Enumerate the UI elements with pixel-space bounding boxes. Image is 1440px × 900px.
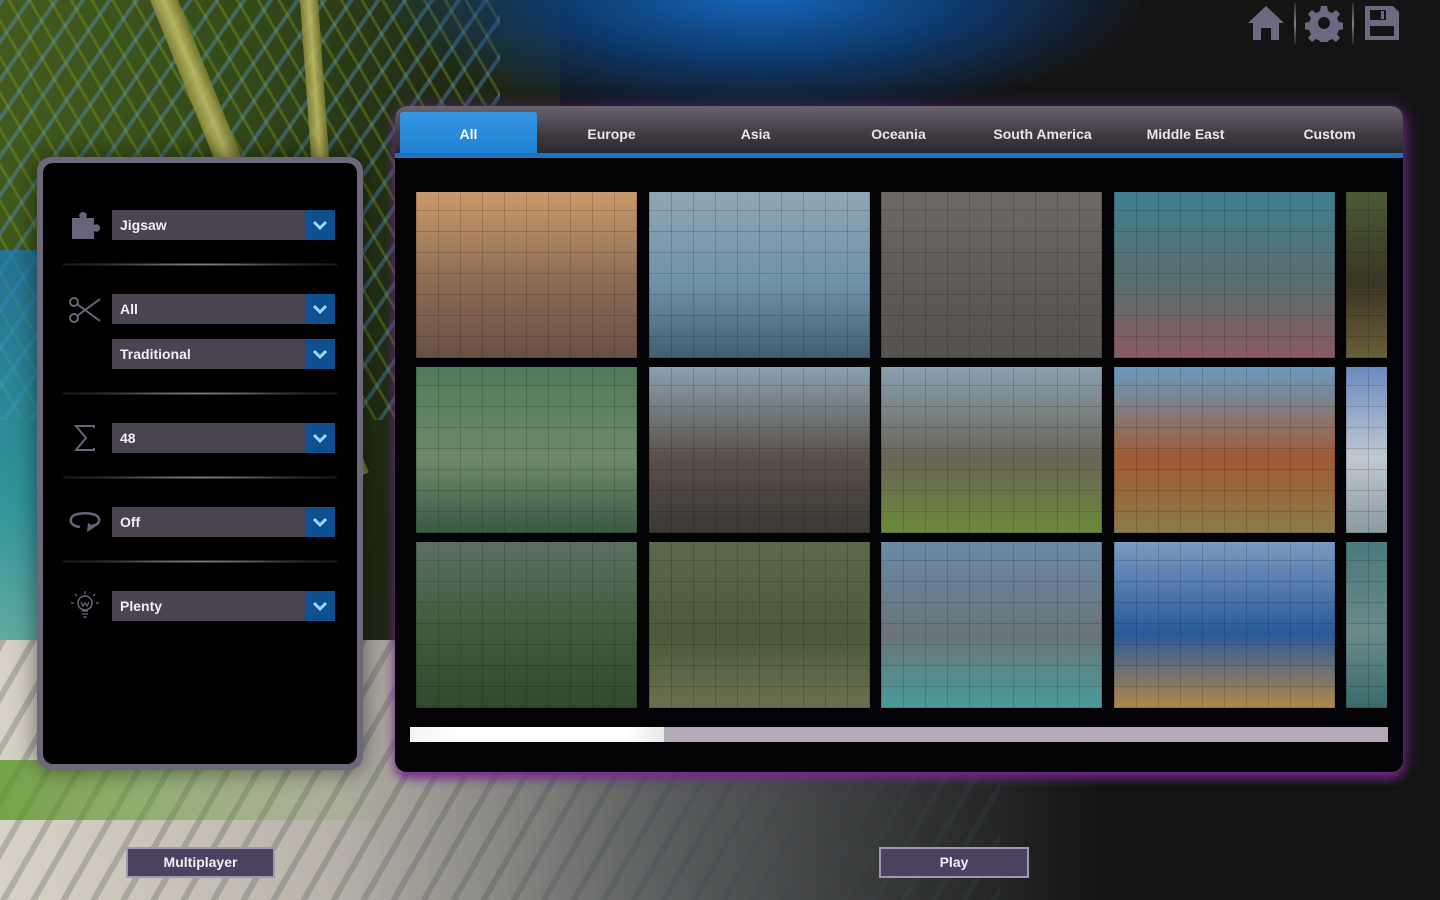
puzzle-thumbnail[interactable] bbox=[416, 542, 637, 708]
tab-europe[interactable]: Europe bbox=[543, 112, 680, 153]
puzzle-thumbnail[interactable] bbox=[881, 367, 1102, 533]
piece-count-dropdown[interactable]: 48 bbox=[112, 423, 335, 453]
cut-style-value: Traditional bbox=[120, 346, 191, 362]
gallery-horizontal-scrollbar[interactable] bbox=[410, 727, 1388, 742]
puzzle-piece-icon bbox=[67, 210, 103, 242]
section-divider bbox=[63, 560, 337, 563]
rotation-value: Off bbox=[120, 514, 141, 530]
puzzle-cut-overlay bbox=[649, 192, 870, 358]
gear-icon bbox=[1305, 6, 1343, 42]
scrollbar-thumb[interactable] bbox=[410, 727, 664, 742]
cut-style-dropdown[interactable]: Traditional bbox=[112, 339, 335, 369]
sigma-icon bbox=[67, 422, 103, 454]
puzzle-thumbnail[interactable] bbox=[1114, 542, 1335, 708]
puzzle-thumbnail[interactable] bbox=[881, 192, 1102, 358]
puzzle-thumbnail[interactable] bbox=[649, 367, 870, 533]
tab-south-america[interactable]: South America bbox=[974, 112, 1111, 153]
puzzle-cut-overlay bbox=[881, 192, 1102, 358]
chevron-down-icon bbox=[305, 591, 335, 621]
toolbar-divider bbox=[1352, 2, 1354, 44]
puzzle-cut-overlay bbox=[1346, 367, 1387, 533]
puzzle-thumbnail[interactable] bbox=[881, 542, 1102, 708]
chevron-down-icon bbox=[305, 210, 335, 240]
piece-count-value: 48 bbox=[120, 430, 136, 446]
puzzle-cut-overlay bbox=[416, 542, 637, 708]
puzzle-gallery-panel: All Europe Asia Oceania South America Mi… bbox=[395, 106, 1403, 772]
puzzle-thumbnail[interactable] bbox=[1114, 367, 1335, 533]
settings-button[interactable] bbox=[1302, 0, 1346, 46]
settings-panel: Jigsaw All Traditional 48 Off Plenty bbox=[37, 157, 363, 770]
home-icon bbox=[1248, 6, 1284, 40]
toolbar-divider bbox=[1294, 2, 1296, 44]
save-button[interactable] bbox=[1360, 0, 1404, 46]
puzzle-cut-overlay bbox=[649, 542, 870, 708]
section-divider bbox=[63, 476, 337, 479]
puzzle-cut-overlay bbox=[1114, 192, 1335, 358]
settings-panel-inner: Jigsaw All Traditional 48 Off Plenty bbox=[43, 163, 357, 764]
cut-filter-value: All bbox=[120, 301, 138, 317]
puzzle-cut-overlay bbox=[1346, 542, 1387, 708]
lightbulb-icon bbox=[67, 589, 103, 621]
puzzle-thumbnail[interactable] bbox=[1346, 542, 1387, 708]
puzzle-thumbnail[interactable] bbox=[649, 192, 870, 358]
puzzle-type-value: Jigsaw bbox=[120, 217, 167, 233]
play-button[interactable]: Play bbox=[879, 847, 1029, 878]
puzzle-thumbnail[interactable] bbox=[1346, 367, 1387, 533]
hints-value: Plenty bbox=[120, 598, 163, 614]
tab-asia[interactable]: Asia bbox=[687, 112, 824, 153]
puzzle-cut-overlay bbox=[881, 542, 1102, 708]
hints-dropdown[interactable]: Plenty bbox=[112, 591, 335, 621]
cut-filter-dropdown[interactable]: All bbox=[112, 294, 335, 324]
puzzle-cut-overlay bbox=[1114, 367, 1335, 533]
puzzle-thumbnail[interactable] bbox=[1114, 192, 1335, 358]
puzzle-cut-overlay bbox=[649, 367, 870, 533]
puzzle-thumbnail[interactable] bbox=[416, 192, 637, 358]
puzzle-cut-overlay bbox=[881, 367, 1102, 533]
puzzle-thumbnail[interactable] bbox=[1346, 192, 1387, 358]
puzzle-thumbnail[interactable] bbox=[416, 367, 637, 533]
section-divider bbox=[63, 263, 337, 266]
tab-all[interactable]: All bbox=[400, 112, 537, 153]
rotation-dropdown[interactable]: Off bbox=[112, 507, 335, 537]
tab-custom[interactable]: Custom bbox=[1261, 112, 1398, 153]
chevron-down-icon bbox=[305, 507, 335, 537]
puzzle-thumbnail-grid bbox=[416, 192, 1387, 708]
chevron-down-icon bbox=[305, 423, 335, 453]
rotate-icon bbox=[67, 506, 103, 538]
home-button[interactable] bbox=[1244, 0, 1288, 46]
multiplayer-button[interactable]: Multiplayer bbox=[126, 847, 275, 878]
chevron-down-icon bbox=[305, 294, 335, 324]
puzzle-cut-overlay bbox=[416, 367, 637, 533]
top-toolbar bbox=[1244, 0, 1404, 46]
blue-glow bbox=[380, 0, 1140, 120]
tabs-underline bbox=[395, 153, 1403, 158]
chevron-down-icon bbox=[305, 339, 335, 369]
section-divider bbox=[63, 392, 337, 395]
tab-middle-east[interactable]: Middle East bbox=[1117, 112, 1254, 153]
tab-oceania[interactable]: Oceania bbox=[830, 112, 967, 153]
scissors-icon bbox=[67, 294, 103, 326]
puzzle-thumbnail[interactable] bbox=[649, 542, 870, 708]
puzzle-cut-overlay bbox=[1346, 192, 1387, 358]
puzzle-cut-overlay bbox=[1114, 542, 1335, 708]
save-icon bbox=[1365, 6, 1399, 40]
puzzle-type-dropdown[interactable]: Jigsaw bbox=[112, 210, 335, 240]
puzzle-cut-overlay bbox=[416, 192, 637, 358]
region-tabs: All Europe Asia Oceania South America Mi… bbox=[395, 106, 1403, 153]
